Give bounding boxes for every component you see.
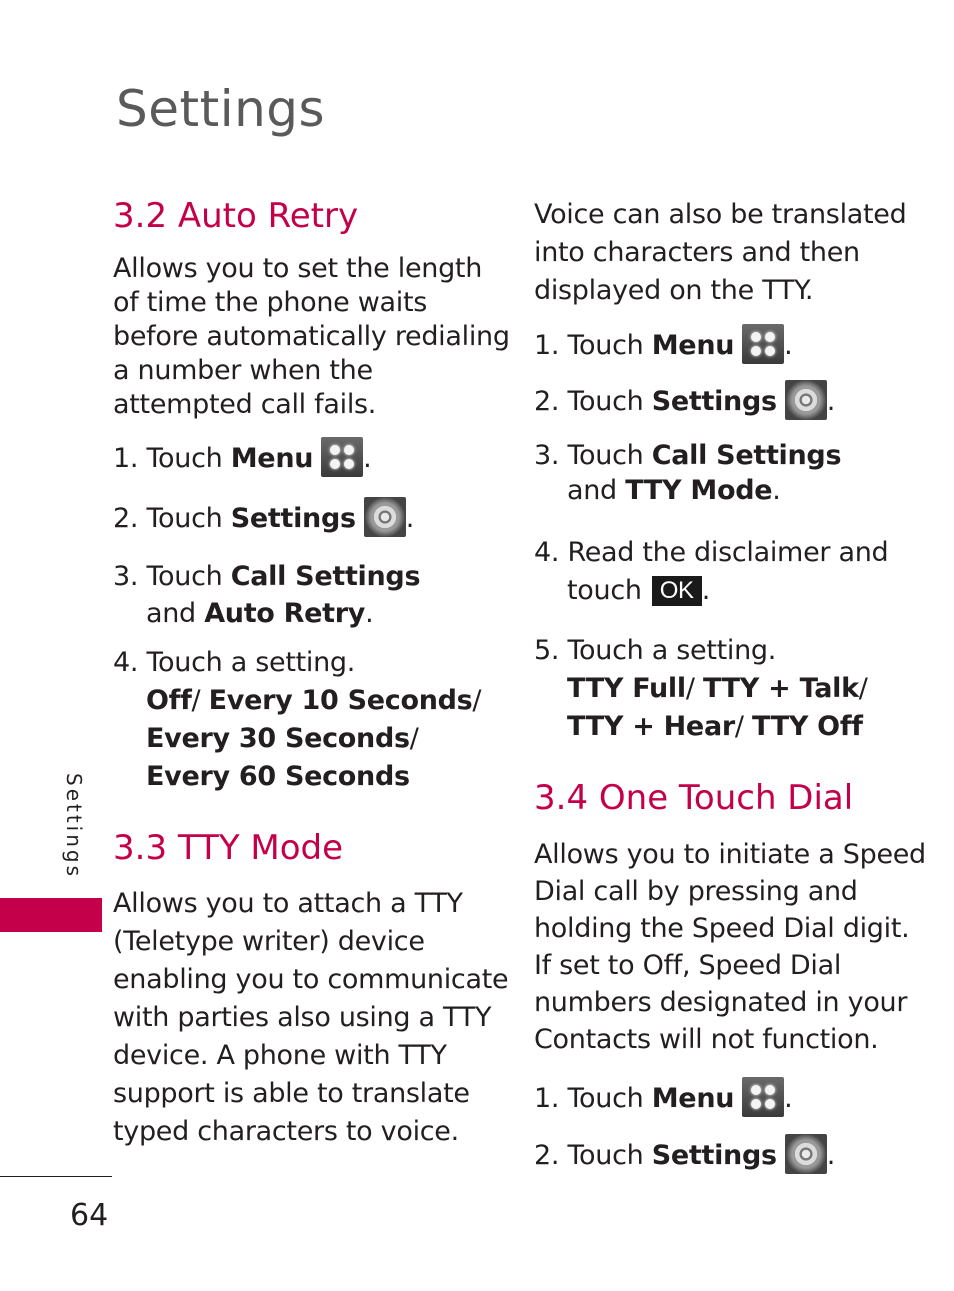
sep: / <box>191 685 201 716</box>
auto-retry-step-3: 3. Touch Call Settings and Auto Retry. <box>113 558 421 632</box>
text-line: device. A phone with TTY <box>113 1040 447 1071</box>
one-touch-dial-description: Allows you to initiate a Speed Dial call… <box>534 836 926 1058</box>
step-keyword: Settings <box>651 386 777 417</box>
punct: . <box>363 443 372 474</box>
step-keyword: Settings <box>651 1140 777 1171</box>
text-line: numbers designated in your <box>534 987 908 1018</box>
footer-divider <box>0 1176 112 1177</box>
step-text: 2. Touch <box>534 386 652 417</box>
text-line: Dial call by pressing and <box>534 876 858 907</box>
option: Off <box>146 685 192 716</box>
one-touch-dial-step-1: 1. Touch Menu. <box>534 1077 793 1117</box>
settings-gear-icon <box>784 1134 827 1174</box>
side-tab-marker <box>0 898 102 932</box>
sep: / <box>409 723 419 754</box>
option: TTY + Talk <box>702 673 859 704</box>
step-keyword: Settings <box>230 503 356 534</box>
punct: . <box>365 598 374 629</box>
step-text: 2. Touch <box>113 503 231 534</box>
ok-button-icon: OK <box>651 576 702 606</box>
sep: / <box>858 673 868 704</box>
step-text: 4. Read the disclaimer and <box>534 537 889 568</box>
auto-retry-step-4: 4. Touch a setting. Off/ Every 10 Second… <box>113 644 482 796</box>
punct: . <box>405 503 415 534</box>
section-heading-auto-retry: 3.2 Auto Retry <box>113 196 359 236</box>
text-line: If set to Off, Speed Dial <box>534 950 842 981</box>
step-keyword: TTY Mode <box>625 475 773 506</box>
text-line: Allows you to initiate a Speed <box>534 839 926 870</box>
option: Every 10 Seconds <box>208 685 473 716</box>
step-text: 4. Touch a setting. <box>113 647 356 678</box>
option: Every 30 Seconds <box>146 723 410 754</box>
section-heading-tty-mode: 3.3 TTY Mode <box>113 828 344 868</box>
sep: / <box>734 711 744 742</box>
side-tab-label: Settings <box>62 773 86 880</box>
text-line: support is able to translate <box>113 1078 470 1109</box>
step-text: 3. Touch <box>534 440 652 471</box>
text-line: (Teletype writer) device <box>113 926 425 957</box>
auto-retry-description: Allows you to set the length of time the… <box>113 252 510 422</box>
step-text: 5. Touch a setting. <box>534 635 777 666</box>
settings-gear-icon <box>784 380 827 420</box>
tty-step-5: 5. Touch a setting. TTY Full/ TTY + Talk… <box>534 632 868 746</box>
punct: . <box>701 575 711 606</box>
punct: . <box>826 386 836 417</box>
step-text: touch <box>567 575 642 606</box>
option: Every 60 Seconds <box>146 761 410 792</box>
text-line: of time the phone waits <box>113 287 428 318</box>
punct: . <box>784 330 793 361</box>
tty-mode-description-continued: Voice can also be translated into charac… <box>534 196 907 310</box>
section-heading-one-touch-dial: 3.4 One Touch Dial <box>534 778 854 818</box>
step-text: and <box>567 475 626 506</box>
page-number: 64 <box>70 1198 109 1233</box>
sep: / <box>685 673 695 704</box>
settings-gear-icon <box>363 497 406 537</box>
menu-icon <box>742 1077 785 1117</box>
auto-retry-step-2: 2. Touch Settings. <box>113 497 414 537</box>
step-keyword: Call Settings <box>651 440 842 471</box>
text-line: into characters and then <box>534 237 860 268</box>
tty-mode-description: Allows you to attach a TTY (Teletype wri… <box>113 885 509 1151</box>
text-line: with parties also using a TTY <box>113 1002 492 1033</box>
option: TTY Off <box>751 711 863 742</box>
text-line: Allows you to attach a TTY <box>113 888 463 919</box>
step-keyword: Menu <box>651 1083 735 1114</box>
step-text: and <box>146 598 205 629</box>
text-line: before automatically redialing <box>113 321 510 352</box>
punct: . <box>784 1083 793 1114</box>
step-text: 1. Touch <box>534 1083 652 1114</box>
sep: / <box>472 685 482 716</box>
text-line: displayed on the TTY. <box>534 275 814 306</box>
text-line: a number when the <box>113 355 373 386</box>
text-line: Voice can also be translated <box>534 199 907 230</box>
step-keyword: Auto Retry <box>204 598 366 629</box>
text-line: Allows you to set the length <box>113 253 483 284</box>
text-line: typed characters to voice. <box>113 1116 459 1147</box>
tty-step-2: 2. Touch Settings. <box>534 380 835 420</box>
option: TTY + Hear <box>567 711 735 742</box>
tty-step-3: 3. Touch Call Settings and TTY Mode. <box>534 438 842 508</box>
tty-step-4: 4. Read the disclaimer and touch OK. <box>534 534 889 610</box>
text-line: attempted call fails. <box>113 389 377 420</box>
text-line: Contacts will not function. <box>534 1024 879 1055</box>
step-keyword: Menu <box>651 330 735 361</box>
tty-step-1: 1. Touch Menu. <box>534 324 793 364</box>
step-keyword: Menu <box>230 443 314 474</box>
step-text: 1. Touch <box>113 443 231 474</box>
step-keyword: Call Settings <box>230 561 421 592</box>
page-title: Settings <box>116 80 326 138</box>
auto-retry-step-1: 1. Touch Menu. <box>113 437 372 477</box>
one-touch-dial-step-2: 2. Touch Settings. <box>534 1134 835 1174</box>
punct: . <box>772 475 781 506</box>
menu-icon <box>742 324 785 364</box>
punct: . <box>826 1140 836 1171</box>
option: TTY Full <box>567 673 686 704</box>
step-text: 1. Touch <box>534 330 652 361</box>
step-text: 2. Touch <box>534 1140 652 1171</box>
step-text: 3. Touch <box>113 561 231 592</box>
menu-icon <box>321 437 364 477</box>
text-line: enabling you to communicate <box>113 964 509 995</box>
text-line: holding the Speed Dial digit. <box>534 913 910 944</box>
